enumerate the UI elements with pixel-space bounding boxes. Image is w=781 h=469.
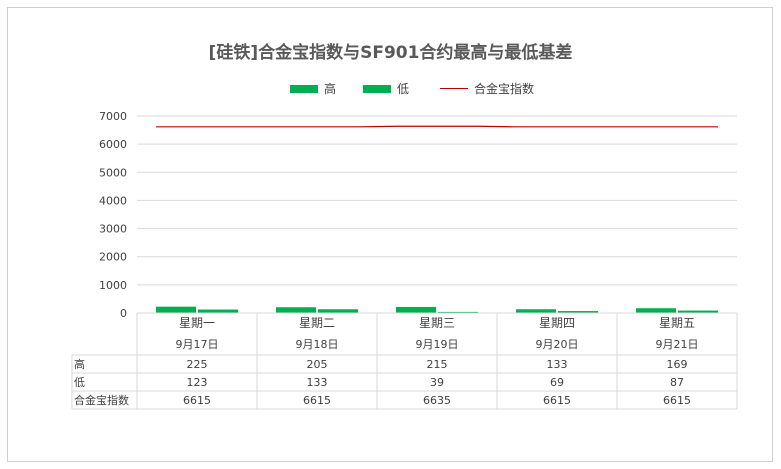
- y-tick-label-7000: 7000: [99, 110, 127, 123]
- x-category-label-1: 星期二: [299, 316, 335, 330]
- table-cell-2-2: 6635: [423, 394, 451, 407]
- x-date-label-2: 9月19日: [416, 338, 459, 351]
- table-cell-2-3: 6615: [543, 394, 571, 407]
- x-category-label-3: 星期四: [539, 316, 575, 330]
- table-cell-0-0: 225: [187, 358, 208, 371]
- table-cell-2-0: 6615: [183, 394, 211, 407]
- x-date-label-3: 9月20日: [536, 338, 579, 351]
- bar-high-3: [516, 309, 556, 313]
- y-tick-label-4000: 4000: [99, 194, 127, 207]
- bar-low-1: [318, 309, 358, 313]
- x-category-label-2: 星期三: [419, 316, 455, 330]
- table-cell-0-1: 205: [307, 358, 328, 371]
- bar-high-4: [636, 308, 676, 313]
- table-row-label-1: 低: [74, 376, 85, 389]
- x-date-label-1: 9月18日: [296, 338, 339, 351]
- x-date-label-4: 9月21日: [656, 338, 699, 351]
- bar-low-0: [198, 309, 238, 313]
- y-tick-label-1000: 1000: [99, 279, 127, 292]
- y-tick-label-3000: 3000: [99, 223, 127, 236]
- table-cell-2-1: 6615: [303, 394, 331, 407]
- table-cell-1-3: 69: [550, 376, 564, 389]
- table-cell-2-4: 6615: [663, 394, 691, 407]
- table-cell-1-0: 123: [187, 376, 208, 389]
- y-tick-label-6000: 6000: [99, 138, 127, 151]
- table-cell-0-2: 215: [427, 358, 448, 371]
- chart-svg: 0 1000 2000 3000 4000 5000 6000 7000 星期一 9月17日 星期二…: [71, 110, 738, 410]
- x-date-label-0: 9月17日: [176, 338, 219, 351]
- table-row-label-2: 合金宝指数: [74, 393, 129, 407]
- table-cell-0-4: 169: [667, 358, 688, 371]
- x-category-label-4: 星期五: [659, 316, 695, 330]
- bar-high-1: [276, 307, 316, 313]
- bar-high-0: [156, 306, 196, 313]
- x-category-label-0: 星期一: [179, 316, 215, 330]
- table-cell-0-3: 133: [547, 358, 568, 371]
- bar-high-2: [396, 306, 436, 313]
- table-cell-1-1: 133: [307, 376, 328, 389]
- table-cell-1-2: 39: [430, 376, 444, 389]
- line-index: [156, 125, 718, 128]
- y-tick-label-0: 0: [120, 307, 127, 320]
- y-tick-label-5000: 5000: [99, 166, 127, 179]
- table-row-label-0: 高: [74, 357, 85, 371]
- table-cell-1-4: 87: [670, 376, 684, 389]
- y-tick-label-2000: 2000: [99, 251, 127, 264]
